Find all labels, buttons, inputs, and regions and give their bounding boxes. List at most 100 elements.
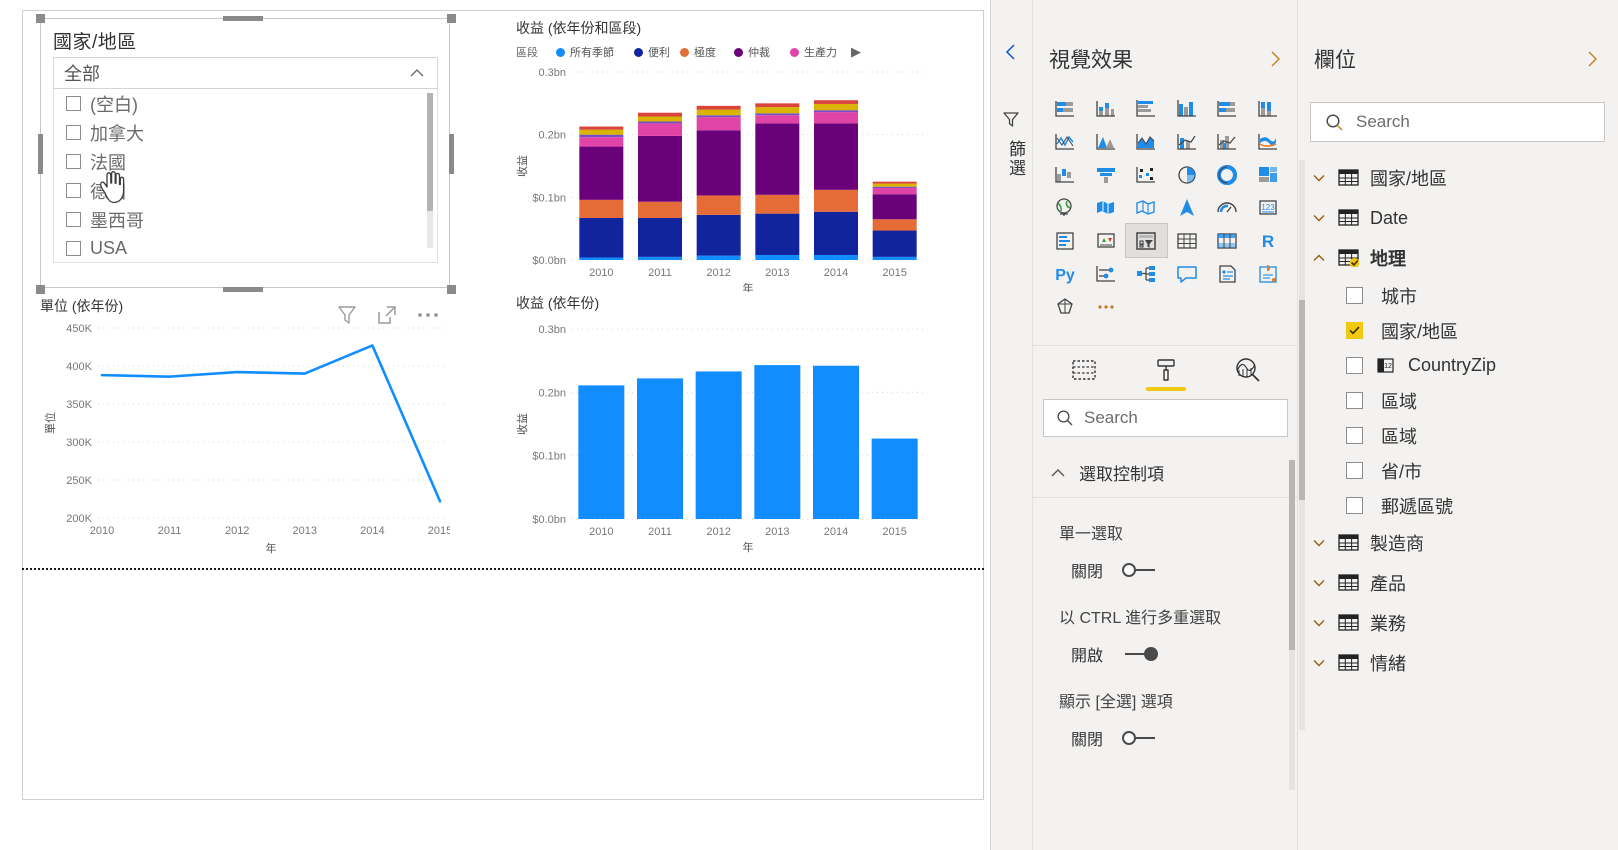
filter-icon[interactable]	[1002, 110, 1020, 128]
stacked-bar-segment[interactable]	[755, 115, 800, 124]
arcgis-map-icon[interactable]	[1167, 191, 1208, 224]
stacked-bar-segment[interactable]	[696, 195, 741, 215]
stacked-bar-segment[interactable]	[579, 137, 624, 147]
stacked-bar-segment[interactable]	[755, 213, 800, 255]
stacked-bar-segment[interactable]	[872, 256, 917, 260]
stacked-bar-segment[interactable]	[579, 218, 624, 258]
stacked-bar-segment[interactable]	[755, 254, 800, 260]
stacked-bar-segment[interactable]	[755, 194, 800, 214]
decomposition-tree-icon[interactable]	[1126, 257, 1167, 290]
toggle-row[interactable]: 關閉	[1059, 558, 1298, 582]
chevron-down-icon[interactable]	[1310, 614, 1328, 632]
chevron-down-icon[interactable]	[1310, 209, 1328, 227]
kpi-icon[interactable]	[1086, 224, 1127, 257]
card-icon[interactable]: 123	[1248, 191, 1289, 224]
area-chart-icon[interactable]	[1086, 125, 1127, 158]
stacked-column-chart-icon[interactable]	[1086, 92, 1127, 125]
chevron-up-icon[interactable]	[1310, 249, 1328, 267]
format-options-section[interactable]: 選取控制項 單一選取 關閉 以 CTRL 進行多重選取 開啟 顯示 [全選] 選…	[1033, 452, 1298, 750]
report-canvas[interactable]: 國家/地區 全部 (空白) 加拿大 法國 德國	[0, 0, 990, 850]
resize-handle-bottom[interactable]	[223, 287, 263, 292]
stacked-area-chart-icon[interactable]	[1126, 125, 1167, 158]
chart-legend[interactable]: 區段 所有季節 便利 極度 仲裁 生產力 ▶	[516, 44, 861, 60]
shape-map-icon[interactable]	[1126, 191, 1167, 224]
field-row[interactable]: 郵遞區號	[1298, 488, 1618, 523]
resize-handle-bottom-left[interactable]	[36, 285, 45, 294]
toggle-switch-off[interactable]	[1117, 561, 1163, 579]
viz-pane-scrollbar-thumb[interactable]	[1289, 460, 1295, 650]
checkbox-icon[interactable]	[66, 96, 81, 111]
selection-controls-header[interactable]: 選取控制項	[1033, 452, 1298, 498]
field-row[interactable]: 國家/地區	[1298, 313, 1618, 348]
map-icon[interactable]	[1045, 191, 1086, 224]
matrix-icon[interactable]	[1207, 224, 1248, 257]
checkbox-icon[interactable]	[1346, 392, 1363, 409]
chevron-down-icon[interactable]	[1310, 534, 1328, 552]
multi-row-card-icon[interactable]	[1045, 224, 1086, 257]
chevron-down-icon[interactable]	[1310, 654, 1328, 672]
resize-handle-bottom-right[interactable]	[447, 285, 456, 294]
resize-handle-right[interactable]	[449, 134, 454, 174]
fields-table-row[interactable]: 製造商	[1298, 523, 1618, 563]
stacked-bar-segment[interactable]	[638, 201, 682, 219]
checkbox-icon[interactable]	[1346, 497, 1363, 514]
fields-table-row[interactable]: Date	[1298, 198, 1618, 238]
legend-item[interactable]: 生產力	[790, 44, 837, 60]
line-stacked-column-chart-icon[interactable]	[1167, 125, 1208, 158]
fields-search-input[interactable]: Search	[1310, 102, 1605, 142]
clustered-bar-chart-icon[interactable]	[1126, 92, 1167, 125]
stacked-bar-segment[interactable]	[872, 194, 917, 220]
smart-narrative-icon[interactable]	[1207, 257, 1248, 290]
chevron-left-icon[interactable]	[1001, 42, 1021, 62]
resize-handle-top-right[interactable]	[447, 14, 456, 23]
bar-column[interactable]	[754, 365, 801, 519]
bar-column[interactable]	[578, 385, 625, 519]
r-script-visual-icon[interactable]: R	[1248, 224, 1289, 257]
stacked-bar-segment[interactable]	[872, 183, 917, 187]
stacked-bar-segment[interactable]	[696, 117, 741, 131]
ribbon-chart-icon[interactable]	[1248, 125, 1289, 158]
checkbox-icon[interactable]	[1346, 357, 1363, 374]
stacked-bar-segment[interactable]	[638, 112, 682, 117]
stacked-bar-segment[interactable]	[638, 116, 682, 122]
tab-fields[interactable]	[1064, 350, 1104, 390]
stacked-bar-segment[interactable]	[814, 103, 858, 111]
checkbox-icon[interactable]	[1346, 427, 1363, 444]
line-series-units[interactable]	[100, 344, 442, 503]
slicer-item[interactable]: (空白)	[54, 89, 437, 118]
stacked-bar-segment[interactable]	[579, 146, 624, 200]
get-more-visuals-icon[interactable]	[1045, 290, 1086, 323]
stacked-bar-segment[interactable]	[696, 130, 741, 196]
chevron-up-icon[interactable]	[407, 63, 427, 83]
tab-analytics[interactable]	[1228, 350, 1268, 390]
stacked-bar-segment[interactable]	[579, 126, 624, 130]
stacked-bar-segment[interactable]	[872, 187, 917, 195]
clustered-column-chart-icon[interactable]	[1167, 92, 1208, 125]
stacked-bar-segment[interactable]	[755, 113, 800, 116]
checkbox-icon[interactable]	[1346, 287, 1363, 304]
filled-map-icon[interactable]	[1086, 191, 1127, 224]
gauge-icon[interactable]	[1207, 191, 1248, 224]
stacked-bar-segment[interactable]	[814, 211, 858, 255]
legend-next-arrow-icon[interactable]: ▶	[851, 44, 861, 60]
stacked-bar-segment[interactable]	[814, 110, 858, 113]
stacked-bar-segment[interactable]	[696, 109, 741, 116]
resize-handle-left[interactable]	[38, 134, 43, 174]
stacked-bar-segment[interactable]	[579, 129, 624, 135]
toggle-row[interactable]: 開啟	[1059, 642, 1298, 666]
funnel-chart-icon[interactable]	[1086, 158, 1127, 191]
stacked-bar-segment[interactable]	[814, 123, 858, 190]
legend-item[interactable]: 所有季節	[556, 44, 614, 60]
units-by-year-line-chart[interactable]: 單位 (依年份) 200K 250K 300K 350K 400K 450K 2010 201…	[40, 296, 450, 564]
stacked-bar-segment[interactable]	[579, 134, 624, 138]
slicer-icon[interactable]	[1125, 223, 1168, 258]
slicer-scrollbar-thumb[interactable]	[427, 93, 433, 211]
fields-pane[interactable]: 欄位 Search 國家/地區 Date 地理 城市 國家/地區 12 CountryZip…	[1297, 0, 1618, 850]
checkbox-icon[interactable]	[66, 183, 81, 198]
toggle-row[interactable]: 關閉	[1059, 726, 1298, 750]
chevron-up-icon[interactable]	[1049, 464, 1067, 482]
chevron-down-icon[interactable]	[1310, 169, 1328, 187]
legend-item[interactable]: 便利	[634, 44, 670, 60]
stacked-bar-segment[interactable]	[814, 254, 858, 260]
fields-table-row[interactable]: 產品	[1298, 563, 1618, 603]
